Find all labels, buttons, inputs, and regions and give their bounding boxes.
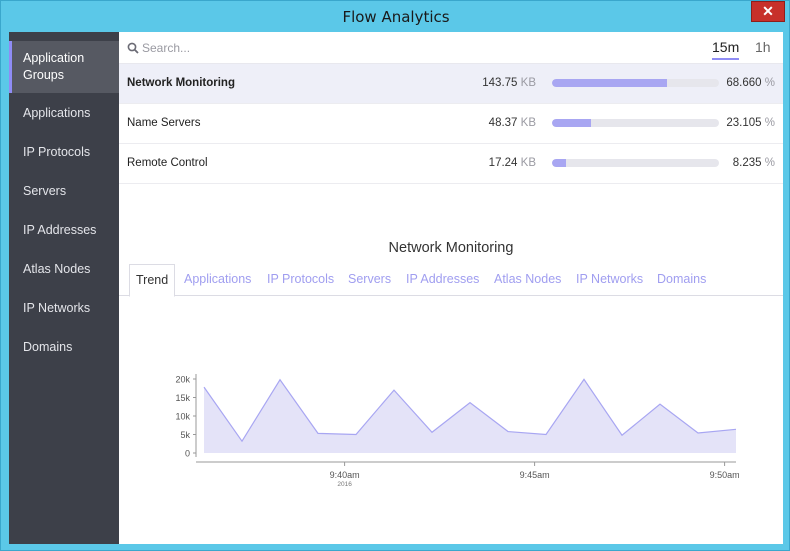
table-row[interactable]: Remote Control 17.24 KB 8.235 %	[119, 144, 783, 184]
trend-chart: 20k 15k 10k 5k 0 9:40am2016 9:45am 9:50am	[175, 374, 739, 488]
x-tick-label: 9:40am	[330, 470, 360, 480]
x-tick-label: 9:45am	[520, 470, 550, 480]
window-title: Flow Analytics	[342, 8, 450, 26]
sidebar-item-label: Atlas Nodes	[23, 261, 91, 276]
tab-domains[interactable]: Domains	[651, 264, 712, 296]
detail-title: Network Monitoring	[388, 240, 514, 256]
x-tick-label: 9:50am	[710, 470, 739, 480]
client-area: Application Groups Applications IP Proto…	[9, 32, 783, 544]
row-percent: 23.105 %	[726, 117, 775, 129]
sidebar-item-ip-networks[interactable]: IP Networks	[9, 288, 119, 327]
sidebar-item-applications[interactable]: Applications	[9, 93, 119, 132]
table-row[interactable]: Name Servers 48.37 KB 23.105 %	[119, 104, 783, 144]
close-icon: ✕	[762, 3, 774, 19]
sidebar-item-label: Applications	[23, 105, 91, 120]
tab-ip-addresses[interactable]: IP Addresses	[400, 264, 485, 296]
row-progress-fill	[552, 79, 667, 87]
sidebar-item-ip-addresses[interactable]: IP Addresses	[9, 210, 119, 249]
sidebar-item-label: Servers	[23, 183, 67, 198]
sidebar-item-label: Application Groups	[23, 51, 85, 82]
table-row[interactable]: Network Monitoring 143.75 KB 68.660 %	[119, 64, 783, 104]
tab-applications[interactable]: Applications	[178, 264, 257, 296]
row-name: Remote Control	[127, 157, 208, 169]
row-progress-bar	[552, 119, 719, 127]
tab-ip-networks[interactable]: IP Networks	[570, 264, 649, 296]
range-1h-button[interactable]: 1h	[755, 39, 771, 58]
y-tick-label: 10k	[175, 412, 190, 422]
sidebar-item-application-groups[interactable]: Application Groups	[9, 41, 119, 93]
tab-trend[interactable]: Trend	[129, 264, 176, 297]
row-name: Network Monitoring	[127, 77, 235, 89]
sidebar-item-atlas-nodes[interactable]: Atlas Nodes	[9, 249, 119, 288]
sidebar: Application Groups Applications IP Proto…	[9, 32, 119, 544]
search-input[interactable]	[142, 39, 442, 57]
sidebar-item-servers[interactable]: Servers	[9, 171, 119, 210]
row-progress-fill	[552, 119, 591, 127]
row-size: 143.75 KB	[482, 77, 536, 89]
row-progress-bar	[552, 79, 719, 87]
detail-tabs: Trend Applications IP Protocols Servers …	[119, 264, 783, 297]
app-window: Flow Analytics ✕ Application Groups Appl…	[0, 0, 790, 551]
search-icon	[127, 42, 139, 54]
close-button[interactable]: ✕	[751, 1, 785, 22]
sidebar-item-label: Domains	[23, 339, 73, 354]
tab-ip-protocols[interactable]: IP Protocols	[261, 264, 340, 296]
range-15m-button[interactable]: 15m	[712, 39, 740, 60]
main-panel: 15m 1h Network Monitoring 143.75 KB 68.6…	[119, 32, 783, 544]
search-bar: 15m 1h	[119, 32, 783, 64]
x-tick-sublabel: 2016	[337, 481, 352, 488]
y-tick-label: 0	[185, 449, 190, 459]
tab-atlas-nodes[interactable]: Atlas Nodes	[488, 264, 567, 296]
sidebar-item-label: IP Addresses	[23, 222, 97, 237]
row-progress-bar	[552, 159, 719, 167]
sidebar-item-label: IP Protocols	[23, 144, 91, 159]
sidebar-item-domains[interactable]: Domains	[9, 327, 119, 366]
y-tick-label: 5k	[180, 430, 190, 440]
row-size: 17.24 KB	[488, 157, 536, 169]
y-tick-label: 15k	[175, 393, 190, 403]
sidebar-item-label: IP Networks	[23, 300, 91, 315]
row-progress-fill	[552, 159, 566, 167]
row-percent: 8.235 %	[732, 157, 775, 169]
row-name: Name Servers	[127, 117, 201, 129]
tab-servers[interactable]: Servers	[342, 264, 397, 296]
row-percent: 68.660 %	[726, 77, 775, 89]
trend-area	[204, 379, 736, 453]
row-size: 48.37 KB	[488, 117, 536, 129]
title-bar[interactable]: Flow Analytics ✕	[1, 1, 790, 33]
y-tick-label: 20k	[175, 375, 190, 385]
sidebar-item-ip-protocols[interactable]: IP Protocols	[9, 132, 119, 171]
